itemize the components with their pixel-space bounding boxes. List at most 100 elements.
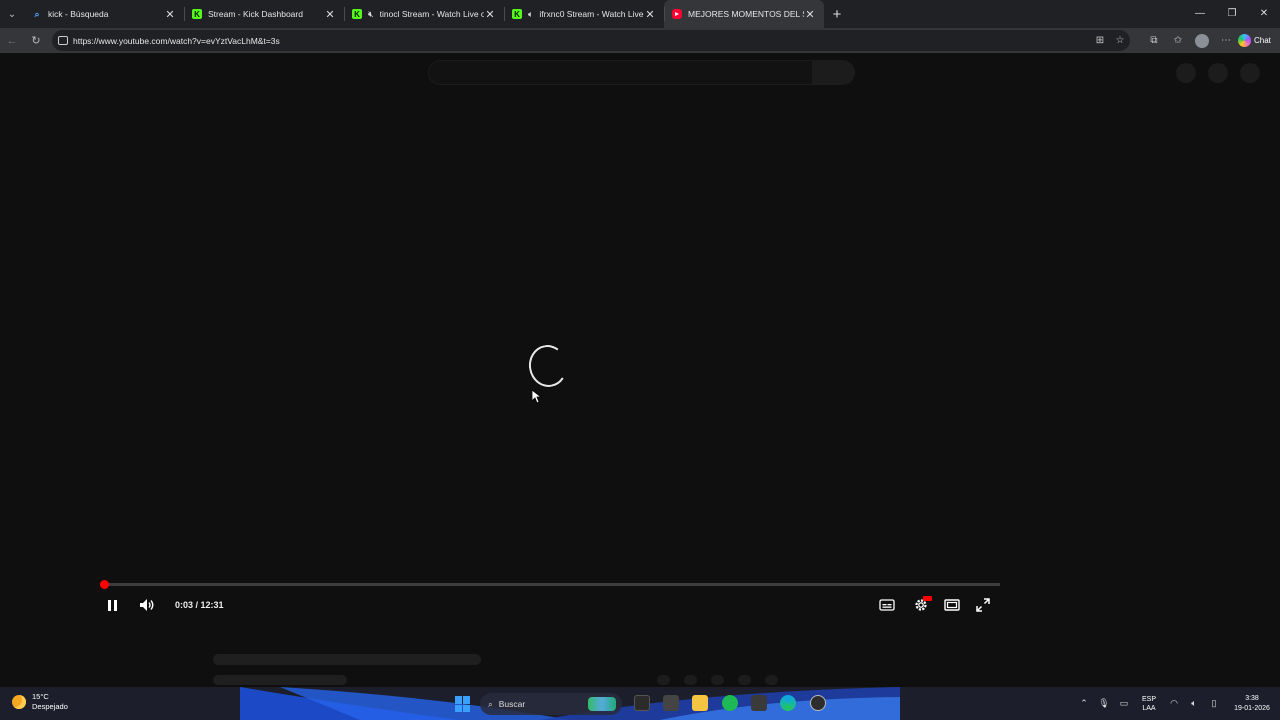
favorite-star-icon[interactable]: ☆ <box>1110 35 1130 46</box>
weather-widget[interactable]: 15°C Despejado <box>12 692 68 712</box>
loading-spinner <box>525 342 571 390</box>
search-highlight-icon <box>588 697 616 711</box>
clock[interactable]: 3:38 19-01-2026 <box>1224 694 1280 714</box>
site-info-icon[interactable] <box>58 36 68 45</box>
tab-close-icon[interactable]: ✕ <box>804 8 816 21</box>
search-button-skeleton <box>812 60 855 85</box>
back-arrow-icon[interactable]: ← <box>0 35 24 47</box>
volume-icon <box>140 599 154 611</box>
youtube-icon <box>672 9 682 19</box>
search-icon: ⌕ <box>488 698 493 709</box>
video-title-skeleton <box>213 654 481 665</box>
header-avatar-skeleton <box>1240 63 1260 83</box>
tab-title: tinocl Stream - Watch Live on <box>379 9 484 19</box>
copilot-chat-button[interactable]: Chat <box>1238 34 1276 47</box>
progress-scrubber[interactable] <box>99 580 109 589</box>
tab-kick-search[interactable]: ⌕ kick - Búsqueda ✕ <box>24 0 184 28</box>
language-indicator[interactable]: ESP LAA <box>1134 695 1164 713</box>
lang-line1: ESP <box>1141 695 1156 703</box>
display-icon[interactable]: ▭ <box>1114 698 1134 709</box>
toolbar-actions: ⧉ ✩ ⋯ Chat <box>1142 30 1276 51</box>
fullscreen-button[interactable] <box>975 595 991 615</box>
moon-icon <box>12 695 26 709</box>
theater-mode-button[interactable] <box>944 595 960 615</box>
profile-avatar[interactable] <box>1195 33 1209 48</box>
youtube-page: 0:03 / 12:31 <box>3 53 1277 687</box>
search-label: Buscar <box>498 699 526 709</box>
subtitles-button[interactable] <box>879 595 895 615</box>
clock-date: 19-01-2026 <box>1234 704 1270 712</box>
calculator-icon[interactable] <box>751 695 767 711</box>
taskbar-search[interactable]: ⌕ Buscar <box>480 693 622 715</box>
tab-title: kick - Búsqueda <box>48 9 109 19</box>
store-icon[interactable] <box>663 695 679 711</box>
theater-icon <box>944 599 960 611</box>
restore-icon[interactable]: ❐ <box>1216 0 1248 28</box>
app-available-icon[interactable]: ⊞ <box>1090 35 1110 46</box>
minimize-icon[interactable]: — <box>1184 0 1216 28</box>
start-button[interactable] <box>455 696 471 712</box>
more-menu-icon[interactable]: ⋯ <box>1214 35 1238 46</box>
weather-temp: 15°C <box>32 692 49 701</box>
tab-title: MEJORES MOMENTOS DEL STREA <box>688 9 804 19</box>
address-bar[interactable]: https://www.youtube.com/watch?v=evYztVac… <box>52 30 1130 51</box>
action-skeleton <box>738 675 751 685</box>
hd-badge <box>923 596 932 601</box>
search-icon: ⌕ <box>34 8 40 19</box>
fullscreen-icon <box>976 598 990 612</box>
header-icon-skeleton <box>1176 63 1196 83</box>
edge-icon[interactable] <box>780 695 796 711</box>
tab-kick-dashboard[interactable]: K Stream - Kick Dashboard ✕ <box>184 0 344 28</box>
tab-close-icon[interactable]: ✕ <box>484 8 496 21</box>
browser-toolbar: ← ↻ https://www.youtube.com/watch?v=evYz… <box>0 28 1280 53</box>
system-tray: ⌃ 🎙︎ ▭ ESP LAA ◠ 🔈︎ ▯ 3:38 19-01-2026 <box>1074 687 1280 720</box>
window-controls: — ❐ ✕ <box>1184 0 1280 28</box>
battery-icon[interactable]: ▯ <box>1204 698 1224 709</box>
tab-close-icon[interactable]: ✕ <box>644 8 656 21</box>
search-input-skeleton <box>428 60 815 85</box>
spotify-icon[interactable] <box>722 695 738 711</box>
extensions-icon[interactable]: ⧉ <box>1142 35 1166 46</box>
tab-youtube-video[interactable]: MEJORES MOMENTOS DEL STREA ✕ <box>664 0 824 28</box>
time-display: 0:03 / 12:31 <box>175 600 224 610</box>
video-progress-bar[interactable] <box>99 580 1000 589</box>
channel-skeleton <box>213 675 347 685</box>
file-explorer-icon[interactable] <box>692 695 708 711</box>
pause-icon <box>107 599 111 611</box>
tab-title: ifrxnc0 Stream - Watch Live o <box>539 9 644 19</box>
action-skeleton <box>657 675 670 685</box>
muted-speaker-icon[interactable]: 🔇︎ <box>368 9 374 20</box>
action-skeleton <box>684 675 697 685</box>
close-window-icon[interactable]: ✕ <box>1248 0 1280 28</box>
chat-label: Chat <box>1254 36 1271 45</box>
tab-ifrxnc0-stream[interactable]: K 🔈︎ ifrxnc0 Stream - Watch Live o ✕ <box>504 0 664 28</box>
action-skeleton <box>765 675 778 685</box>
speaker-icon[interactable]: 🔈︎ <box>1184 698 1204 709</box>
reload-icon[interactable]: ↻ <box>24 34 48 47</box>
lang-line2: LAA <box>1142 704 1156 712</box>
pause-button[interactable] <box>104 595 120 615</box>
kick-icon: K <box>352 9 362 19</box>
microphone-icon[interactable]: 🎙︎ <box>1094 698 1114 709</box>
obs-icon[interactable] <box>810 695 826 711</box>
url-text[interactable]: https://www.youtube.com/watch?v=evYztVac… <box>73 36 1090 46</box>
wifi-icon[interactable]: ◠ <box>1164 698 1184 709</box>
favorites-icon[interactable]: ✩ <box>1166 35 1190 46</box>
volume-button[interactable] <box>137 595 157 615</box>
tab-tinocl-stream[interactable]: K 🔇︎ tinocl Stream - Watch Live on ✕ <box>344 0 504 28</box>
action-skeleton <box>711 675 724 685</box>
task-view-icon[interactable] <box>634 695 650 711</box>
kick-icon: K <box>512 9 522 19</box>
tab-title: Stream - Kick Dashboard <box>208 9 303 19</box>
tab-close-icon[interactable]: ✕ <box>324 8 336 21</box>
tab-actions-menu-icon[interactable]: ⌄ <box>0 0 24 28</box>
tab-close-icon[interactable]: ✕ <box>164 8 176 21</box>
chevron-up-icon[interactable]: ⌃ <box>1074 698 1094 709</box>
kick-icon: K <box>192 9 202 19</box>
header-icon-skeleton <box>1208 63 1228 83</box>
clock-time: 3:38 <box>1245 694 1259 702</box>
speaker-icon[interactable]: 🔈︎ <box>528 9 533 20</box>
tab-strip: ⌄ ⌕ kick - Búsqueda ✕ K Stream - Kick Da… <box>0 0 1280 28</box>
windows-taskbar: 15°C Despejado ⌕ Buscar ⌃ 🎙︎ ▭ ESP LAA ◠… <box>0 687 1280 720</box>
new-tab-button[interactable]: + <box>824 6 850 23</box>
